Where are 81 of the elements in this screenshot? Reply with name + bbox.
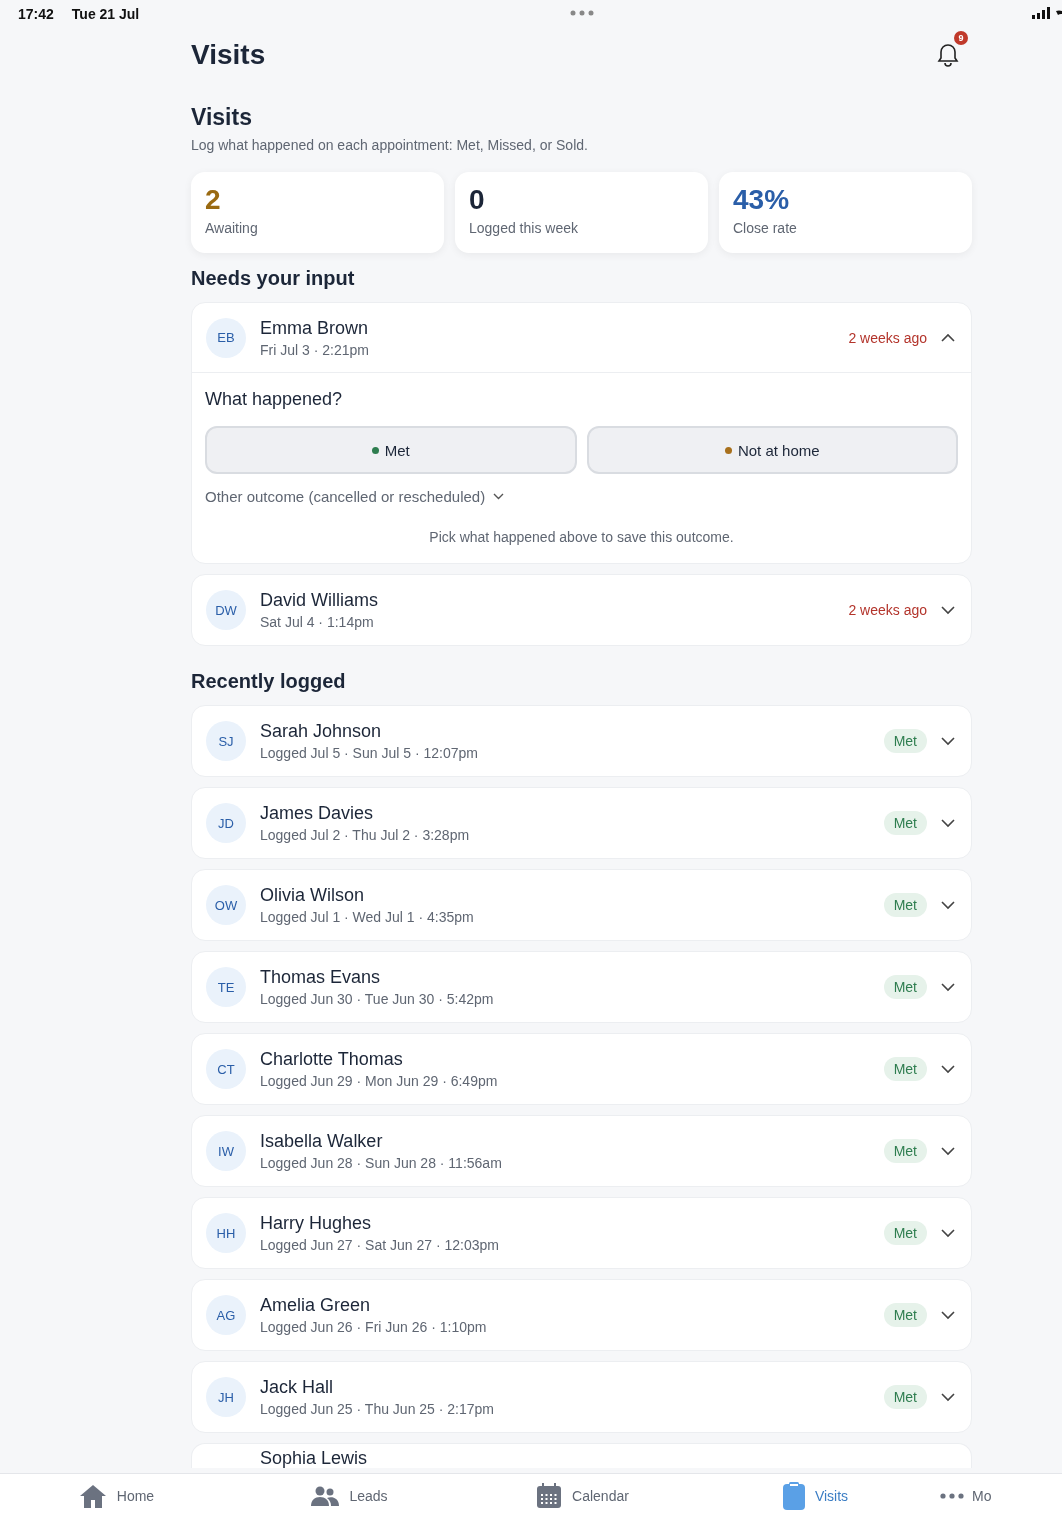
section-heading: Needs your input xyxy=(191,267,356,290)
avatar: JH xyxy=(206,1377,246,1417)
avatar: JD xyxy=(206,803,246,843)
visit-card[interactable]: SJ Sarah Johnson Logged Jul 5 · Sun Jul 5 · 12:07pm Met xyxy=(191,705,972,777)
visit-card[interactable]: OW Olivia Wilson Logged Jul 1 · Wed Jul 1 · 4:35pm Met xyxy=(191,869,972,941)
visit-card[interactable]: HH Harry Hughes Logged Jun 27 · Sat Jun 27 · 12:03pm Met xyxy=(191,1197,972,1269)
outcome-button[interactable]: Not at home xyxy=(586,426,958,474)
avatar: AG xyxy=(206,1295,246,1335)
avatar: HH xyxy=(206,1213,246,1253)
stat-value: 43% xyxy=(733,184,791,216)
visit-card[interactable]: Sophia Lewis xyxy=(191,1443,972,1468)
section-heading: Recently logged xyxy=(191,670,347,693)
visit-card[interactable]: EB Emma Brown Fri Jul 3 · 2:21pm 2 weeks ago What happened? Met Not at home Other outcome (cancelled or rescheduled) Pick what happened above to save this outcome. xyxy=(191,302,972,564)
client-name: Jack Hall xyxy=(260,1377,335,1398)
status-time: 17:42 xyxy=(18,6,54,22)
time-ago: 2 weeks ago xyxy=(848,329,927,346)
visit-time: Logged Jul 2 · Thu Jul 2 · 3:28pm xyxy=(260,827,471,843)
client-name: Isabella Walker xyxy=(260,1131,384,1152)
avatar: SJ xyxy=(206,721,246,761)
visit-time: Sat Jul 4 · 1:14pm xyxy=(260,614,375,630)
status-pill: Met xyxy=(883,729,927,753)
status-date: Tue 21 Jul xyxy=(71,6,140,22)
visit-time: Fri Jul 3 · 2:21pm xyxy=(260,341,370,358)
hint-text: Pick what happened above to save this outcome. xyxy=(428,529,735,545)
client-name: Sophia Lewis xyxy=(260,1448,368,1468)
tab[interactable]: Visits xyxy=(699,1474,932,1517)
status-pill: Met xyxy=(883,1139,927,1163)
stat-label: Close rate xyxy=(733,220,798,236)
avatar: IW xyxy=(206,1131,246,1171)
tab[interactable]: Leads xyxy=(233,1474,466,1517)
visit-card[interactable]: AG Amelia Green Logged Jun 26 · Fri Jun 26 · 1:10pm Met xyxy=(191,1279,972,1351)
visit-time: Logged Jun 26 · Fri Jun 26 · 1:10pm xyxy=(260,1319,488,1335)
status-pill: Met xyxy=(883,893,927,917)
stat-value: 0 xyxy=(469,184,486,216)
time-ago: 2 weeks ago xyxy=(848,602,927,618)
client-name: Harry Hughes xyxy=(260,1213,373,1234)
avatar: TE xyxy=(206,967,246,1007)
client-name: Charlotte Thomas xyxy=(260,1049,404,1070)
status-pill: Met xyxy=(883,811,927,835)
client-name: Amelia Green xyxy=(260,1295,372,1316)
avatar: CT xyxy=(206,1049,246,1089)
question-label: What happened? xyxy=(205,389,344,410)
visit-time: Logged Jun 29 · Mon Jun 29 · 6:49pm xyxy=(260,1073,499,1089)
visit-card[interactable]: JD James Davies Logged Jul 2 · Thu Jul 2 · 3:28pm Met xyxy=(191,787,972,859)
client-name: Sarah Johnson xyxy=(260,721,383,742)
stat-label: Logged this week xyxy=(469,220,579,236)
visit-time: Logged Jun 27 · Sat Jun 27 · 12:03pm xyxy=(260,1237,500,1253)
outcome-button[interactable]: Met xyxy=(205,426,577,474)
visit-card[interactable]: DW David Williams Sat Jul 4 · 1:14pm 2 weeks ago xyxy=(191,574,972,646)
client-name: David Williams xyxy=(260,590,379,611)
avatar: EB xyxy=(206,317,246,358)
stat-value: 2 xyxy=(205,184,222,216)
tab[interactable]: Mo xyxy=(932,1474,1062,1517)
status-pill: Met xyxy=(883,1303,927,1327)
visit-card[interactable]: IW Isabella Walker Logged Jun 28 · Sun Jun 28 · 11:56am Met xyxy=(191,1115,972,1187)
avatar: DW xyxy=(206,590,246,630)
status-pill: Met xyxy=(883,1221,927,1245)
client-name: James Davies xyxy=(260,803,375,824)
page-title: Visits xyxy=(191,39,266,71)
status-pill: Met xyxy=(883,975,927,999)
stat-label: Awaiting xyxy=(205,220,259,236)
client-name: Olivia Wilson xyxy=(260,885,366,906)
client-name: Emma Brown xyxy=(260,317,370,339)
visit-time: Logged Jun 28 · Sun Jun 28 · 11:56am xyxy=(260,1155,503,1171)
status-pill: Met xyxy=(883,1385,927,1409)
visit-card[interactable]: JH Jack Hall Logged Jun 25 · Thu Jun 25 · 2:17pm Met xyxy=(191,1361,972,1433)
notification-badge: 9 xyxy=(954,31,968,45)
visit-card[interactable]: CT Charlotte Thomas Logged Jun 29 · Mon Jun 29 · 6:49pm Met xyxy=(191,1033,972,1105)
visit-time: Logged Jul 1 · Wed Jul 1 · 4:35pm xyxy=(260,909,475,925)
visit-card[interactable]: TE Thomas Evans Logged Jun 30 · Tue Jun 30 · 5:42pm Met xyxy=(191,951,972,1023)
section-title: Visits xyxy=(191,104,253,131)
other-outcome-dropdown[interactable]: Other outcome (cancelled or rescheduled) xyxy=(205,488,505,505)
section-subtitle: Log what happened on each appointment: Met, Missed, or Sold. xyxy=(191,137,589,153)
visit-time: Logged Jun 25 · Thu Jun 25 · 2:17pm xyxy=(260,1401,495,1417)
status-pill: Met xyxy=(883,1057,927,1081)
tab[interactable]: Calendar xyxy=(466,1474,699,1517)
avatar: OW xyxy=(206,885,246,925)
visit-time: Logged Jul 5 · Sun Jul 5 · 12:07pm xyxy=(260,745,479,761)
visit-time: Logged Jun 30 · Tue Jun 30 · 5:42pm xyxy=(260,991,495,1007)
client-name: Thomas Evans xyxy=(260,967,382,988)
tab[interactable]: Home xyxy=(0,1474,233,1517)
